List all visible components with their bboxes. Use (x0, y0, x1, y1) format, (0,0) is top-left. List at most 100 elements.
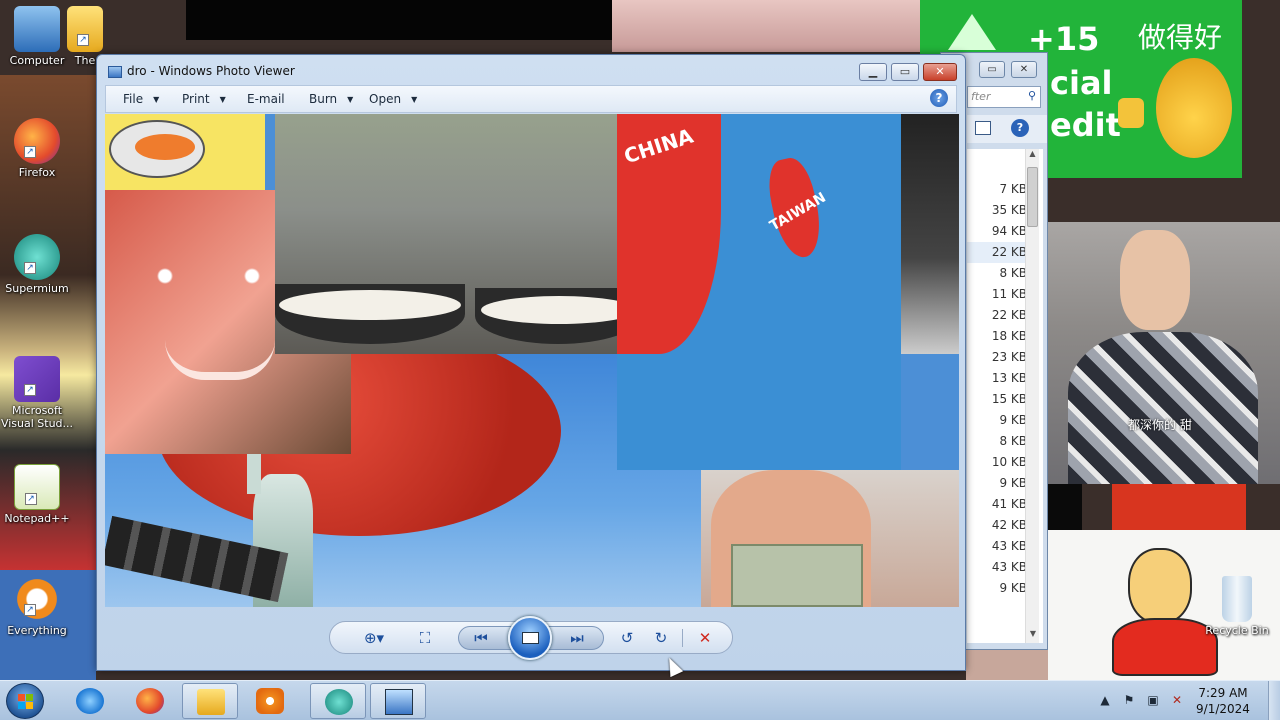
next-icon[interactable]: ⏭ (566, 629, 588, 647)
internet-explorer-icon (76, 688, 104, 714)
rotate-counterclockwise-icon[interactable]: ↺ (616, 629, 638, 647)
vertical-scrollbar[interactable]: ▲ ▼ (1025, 149, 1039, 643)
shortcut-arrow-icon: ↗ (24, 146, 36, 158)
shortcut-arrow-icon: ↗ (77, 34, 89, 46)
up-arrow-icon (948, 14, 996, 50)
title-bar[interactable]: dro - Windows Photo Viewer ▁ ▭ ✕ (97, 55, 965, 87)
file-size-cell[interactable]: 23 KB (967, 347, 1031, 368)
show-hidden-icons-icon[interactable]: ▲ (1098, 693, 1112, 707)
file-size-cell[interactable]: 15 KB (967, 389, 1031, 410)
volume-muted-icon[interactable]: ✕ (1170, 693, 1184, 707)
actual-size-icon[interactable]: ⛶ (414, 629, 436, 647)
file-size-cell[interactable]: 22 KB (967, 242, 1031, 263)
clock-time[interactable]: 7:29 AM (1198, 686, 1248, 700)
action-center-flag-icon[interactable]: ⚑ (1122, 693, 1136, 707)
file-size-cell[interactable]: 8 KB (967, 431, 1031, 452)
file-size-cell[interactable]: 9 KB (967, 410, 1031, 431)
file-size-cell[interactable]: 43 KB (967, 536, 1031, 557)
file-size-cell[interactable]: 43 KB (967, 557, 1031, 578)
scroll-up-icon[interactable]: ▲ (1026, 149, 1039, 163)
folder-icon (197, 689, 225, 715)
photo-viewer-window[interactable]: dro - Windows Photo Viewer ▁ ▭ ✕ File ▼ P… (96, 54, 966, 671)
desktop-icon-recycle-bin[interactable]: Recycle Bin (1200, 576, 1274, 637)
scroll-thumb[interactable] (1027, 167, 1038, 227)
everything-search-icon: ↗ (14, 576, 60, 622)
desktop-icon-firefox[interactable]: ↗ Firefox (0, 118, 74, 179)
minimize-button[interactable]: ▁ (859, 63, 887, 81)
file-size-cell[interactable]: 7 KB (967, 179, 1031, 200)
desktop-icon-supermium[interactable]: ↗ Supermium (0, 234, 74, 295)
zoom-icon[interactable]: ⊕▾ (358, 629, 390, 647)
menu-burn[interactable]: Burn ▼ (309, 92, 353, 106)
rotate-clockwise-icon[interactable]: ↻ (650, 629, 672, 647)
taskbar-supermium[interactable] (310, 683, 366, 719)
desktop-icon-visual-studio[interactable]: ↗ Microsoft Visual Stud... (0, 356, 74, 430)
file-size-cell[interactable]: 18 KB (967, 326, 1031, 347)
controls-divider (682, 629, 683, 647)
file-size-cell[interactable]: 9 KB (967, 473, 1031, 494)
salad-carrot (135, 134, 195, 160)
delete-icon[interactable]: ✕ (694, 629, 716, 647)
dollar-bill (731, 544, 863, 607)
file-size-cell[interactable]: 11 KB (967, 284, 1031, 305)
file-size-cell[interactable]: 9 KB (967, 578, 1031, 599)
desktop-icon-label: Firefox (18, 166, 56, 179)
file-size-cell[interactable]: 13 KB (967, 368, 1031, 389)
scroll-down-icon[interactable]: ▼ (1026, 629, 1040, 643)
photo-men-eating (275, 114, 643, 354)
menu-open[interactable]: Open ▼ (369, 92, 417, 106)
credit-chinese-text: 做得好 (1138, 21, 1223, 54)
file-list: 7 KB 35 KB 94 KB 22 KB 8 KB 11 KB 22 KB 18 KB 23… (967, 149, 1043, 643)
system-tray: ▲ ⚑ ▣ ✕ 7:29 AM 9/1/2024 (1090, 681, 1280, 720)
file-size-cell[interactable]: 35 KB (967, 200, 1031, 221)
file-size-cell[interactable]: 10 KB (967, 452, 1031, 473)
taskbar: ▲ ⚑ ▣ ✕ 7:29 AM 9/1/2024 (0, 680, 1280, 720)
maximize-button[interactable]: ▭ (979, 61, 1005, 78)
close-button[interactable]: ✕ (1011, 61, 1037, 78)
taskbar-media-player[interactable] (242, 683, 298, 719)
rice-left (279, 290, 461, 320)
help-icon[interactable]: ? (1011, 119, 1029, 137)
taskbar-firefox[interactable] (122, 683, 178, 719)
media-player-icon (256, 688, 284, 714)
shortcut-arrow-icon: ↗ (24, 604, 36, 616)
file-size-cell[interactable]: 22 KB (967, 305, 1031, 326)
file-size-cell[interactable]: 41 KB (967, 494, 1031, 515)
man-subtitle-text: 都深你的 甜 (1128, 418, 1192, 432)
start-button[interactable] (6, 683, 44, 719)
visual-studio-icon: ↗ (14, 356, 60, 402)
emperor-emoji-icon (1156, 58, 1232, 158)
desktop-icon-everything[interactable]: ↗ Everything (0, 576, 74, 637)
menu-bar: File ▼ Print ▼ E-mail Burn ▼ Open ▼ ? (105, 85, 957, 113)
file-size-cell[interactable]: 42 KB (967, 515, 1031, 536)
windows-logo-icon (18, 694, 34, 710)
menu-print[interactable]: Print ▼ (182, 92, 226, 106)
photo-taiwan-map: CHINA TAIWAN (617, 114, 901, 470)
photo-salad-plate (105, 114, 265, 190)
file-size-cell[interactable]: 8 KB (967, 263, 1031, 284)
close-button[interactable]: ✕ (923, 63, 957, 81)
face-smile (165, 340, 275, 380)
taskbar-ie[interactable] (62, 683, 118, 719)
preview-pane-icon[interactable] (975, 121, 991, 135)
chevron-down-icon: ▼ (347, 95, 354, 104)
recycle-bin-icon (1222, 576, 1252, 622)
desktop-icon-notepadpp[interactable]: ↗ Notepad++ (0, 464, 74, 525)
previous-icon[interactable]: ⏮ (470, 629, 492, 647)
taskbar-photo-viewer[interactable] (370, 683, 426, 719)
network-icon[interactable]: ▣ (1146, 693, 1160, 707)
help-icon[interactable]: ? (930, 89, 948, 107)
menu-email[interactable]: E-mail (247, 92, 285, 106)
slideshow-button[interactable] (508, 616, 552, 660)
maximize-button[interactable]: ▭ (891, 63, 919, 81)
search-input[interactable]: fter ⚲ (967, 86, 1041, 108)
supermium-icon: ↗ (14, 234, 60, 280)
explorer-toolbar: ? (967, 115, 1047, 143)
taskbar-explorer[interactable] (182, 683, 238, 719)
photo-dark-strip (901, 114, 959, 354)
file-size-cell[interactable]: 94 KB (967, 221, 1031, 242)
show-desktop-button[interactable] (1268, 681, 1280, 720)
clock-date[interactable]: 9/1/2024 (1194, 702, 1252, 716)
wallpaper-tile-topbar (186, 0, 612, 40)
menu-file[interactable]: File ▼ (123, 92, 159, 106)
